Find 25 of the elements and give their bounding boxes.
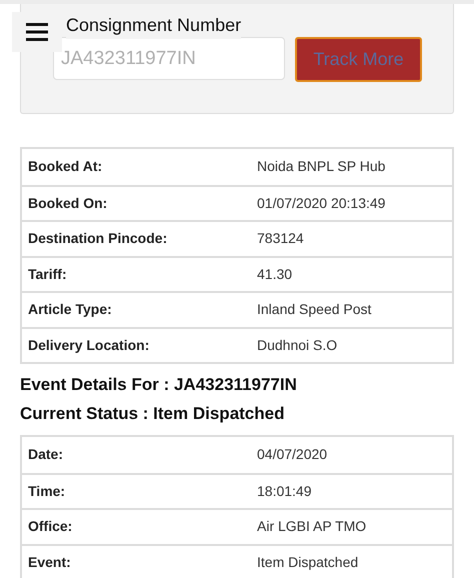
field-value: 01/07/2020 20:13:49 <box>257 194 386 213</box>
field-label: Article Type: <box>27 300 113 320</box>
status-heading: Current Status : Item Dispatched <box>20 402 286 424</box>
track-more-button[interactable]: Track More <box>295 37 422 82</box>
field-value: Dudhnoi S.O <box>257 336 338 355</box>
field-label: Destination Pincode: <box>27 229 168 248</box>
field-value: 04/07/2020 <box>257 445 328 464</box>
field-label: Tariff: <box>27 264 68 284</box>
consignment-input[interactable]: JA432311977IN <box>53 37 285 80</box>
field-label: Date: <box>27 445 64 464</box>
field-value: 783124 <box>257 229 304 248</box>
field-label: Booked At: <box>27 157 104 176</box>
field-value: 18:01:49 <box>257 482 312 501</box>
field-label: Office: <box>27 517 74 536</box>
field-value: Noida BNPL SP Hub <box>257 157 386 176</box>
field-value: Inland Speed Post <box>257 300 372 320</box>
field-label: Event: <box>27 552 72 572</box>
field-value: 41.30 <box>257 264 292 284</box>
menu-icon <box>26 23 48 41</box>
field-label: Booked On: <box>27 194 108 213</box>
field-label: Delivery Location: <box>27 336 150 355</box>
event-heading: Event Details For : JA432311977IN <box>20 374 298 396</box>
field-label: Time: <box>27 482 66 501</box>
field-value: Item Dispatched <box>257 552 358 572</box>
field-value: Air LGBI AP TMO <box>257 517 366 536</box>
